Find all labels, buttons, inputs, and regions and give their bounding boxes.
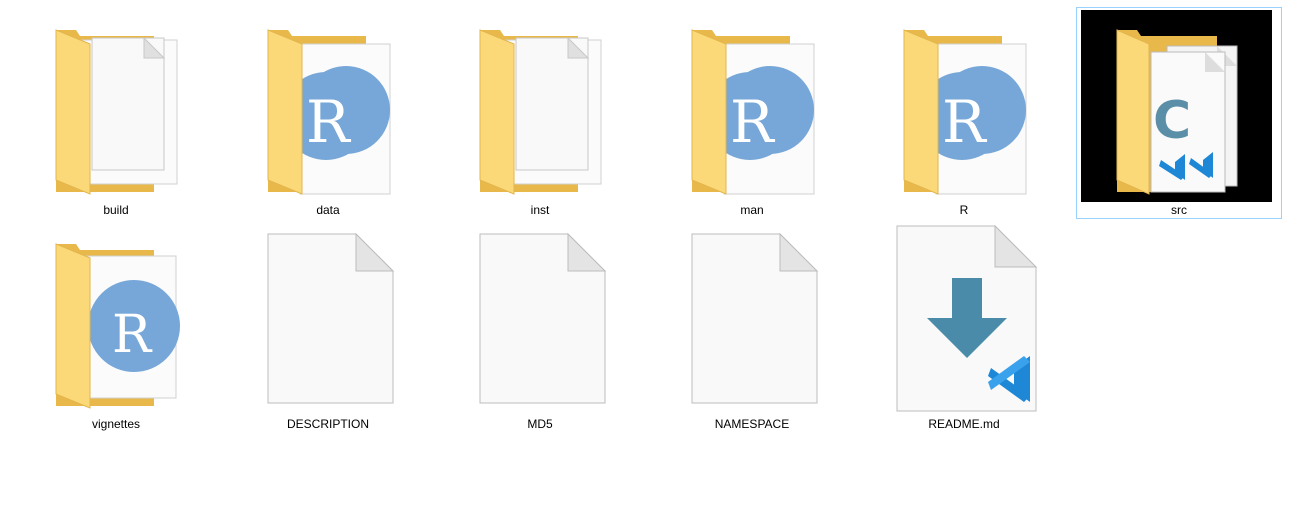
file-icon	[691, 232, 819, 404]
file-item-readme[interactable]: README.md	[864, 222, 1064, 431]
folder-icon: C	[1116, 29, 1238, 195]
folder-item-inst[interactable]: inst	[440, 14, 640, 222]
item-label: man	[740, 203, 764, 217]
folder-item-data[interactable]: R data	[228, 14, 428, 222]
item-label: README.md	[928, 417, 1000, 431]
item-label: data	[316, 203, 340, 217]
folder-item-man[interactable]: R man	[652, 14, 852, 222]
svg-text:C: C	[1153, 91, 1191, 151]
file-item-namespace[interactable]: NAMESPACE	[652, 228, 852, 436]
item-label: NAMESPACE	[714, 417, 790, 431]
folder-item-R[interactable]: R R	[864, 14, 1064, 222]
markdown-file-icon	[896, 224, 1038, 412]
svg-text:R: R	[942, 88, 988, 156]
folder-item-build[interactable]: build	[16, 14, 216, 222]
item-label: src	[1171, 203, 1187, 217]
svg-text:R: R	[730, 88, 776, 156]
item-label: vignettes	[91, 417, 141, 431]
folder-icon: R	[267, 29, 391, 195]
folder-item-vignettes[interactable]: R vignettes	[16, 228, 216, 436]
file-item-description[interactable]: DESCRIPTION	[228, 228, 428, 436]
r-logo-icon: R	[88, 280, 180, 372]
folder-icon	[479, 29, 602, 195]
item-label: MD5	[527, 417, 553, 431]
item-label: DESCRIPTION	[286, 417, 369, 431]
folder-icon: R	[55, 243, 180, 409]
svg-text:R: R	[112, 305, 153, 365]
item-label: R	[959, 203, 969, 217]
file-icon	[479, 232, 607, 404]
folder-icon: R	[691, 29, 815, 195]
c-file-icon: C	[1153, 91, 1191, 151]
item-label: build	[103, 203, 129, 217]
folder-icon	[55, 29, 178, 195]
file-icon	[267, 232, 395, 404]
folder-item-src[interactable]: C src	[1076, 7, 1282, 219]
svg-text:R: R	[306, 88, 352, 156]
file-item-md5[interactable]: MD5	[440, 228, 640, 436]
item-label: inst	[530, 203, 550, 217]
folder-icon: R	[903, 29, 1027, 195]
